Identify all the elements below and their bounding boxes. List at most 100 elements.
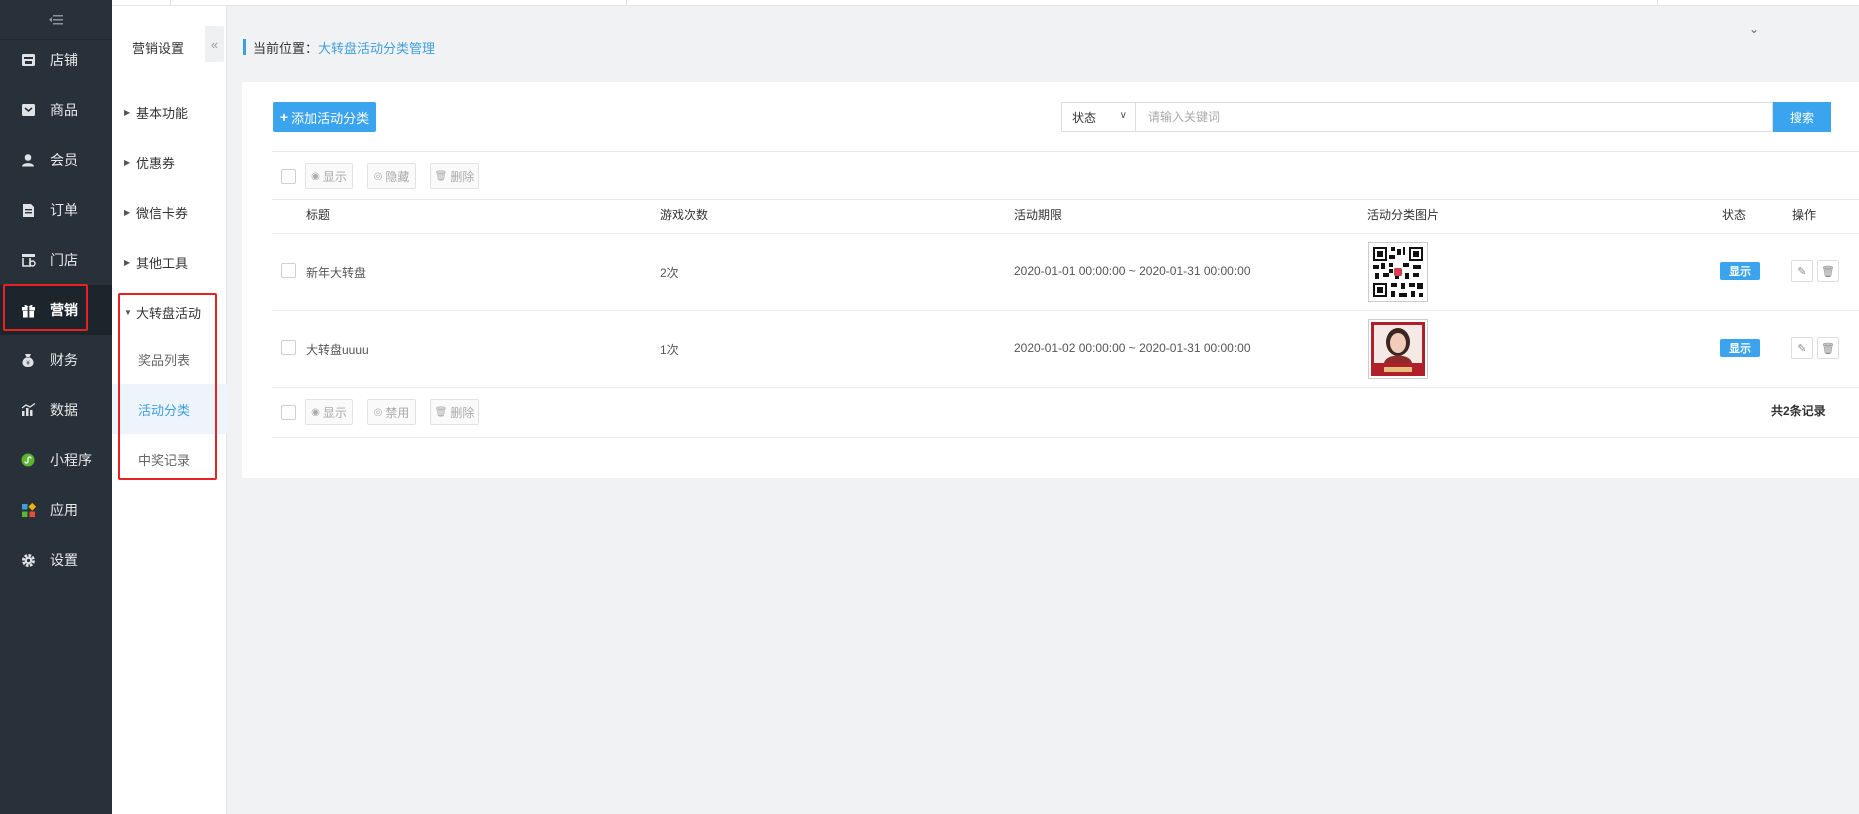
sidebar-item-data[interactable]: 数据 — [0, 385, 112, 435]
chevron-down-icon: ∨ — [1119, 110, 1127, 121]
portrait-poster-image[interactable] — [1368, 319, 1428, 379]
pencil-icon: ✎ — [1797, 342, 1807, 355]
column-header-status: 状态 — [1722, 208, 1747, 222]
subnav-item-prize-list[interactable]: 奖品列表 — [112, 334, 227, 384]
trash-icon: 🗑 — [1821, 342, 1835, 355]
divider — [272, 199, 1859, 200]
sidebar-item-order[interactable]: 订单 — [0, 185, 112, 235]
subnav-group-label: 其他工具 — [136, 256, 189, 271]
batch-show-label: 显示 — [322, 405, 347, 420]
chart-icon — [20, 402, 36, 418]
column-header-title: 标题 — [306, 208, 331, 222]
sidebar-item-member[interactable]: 会员 — [0, 135, 112, 185]
menu-collapse-icon[interactable] — [0, 0, 112, 40]
caret-right-icon: ▶ — [124, 258, 131, 267]
total-records: 共2条记录 — [1771, 404, 1826, 418]
sidebar-item-product[interactable]: 商品 — [0, 85, 112, 135]
order-icon — [20, 202, 36, 218]
status-select[interactable]: 状态 ∨ — [1061, 102, 1136, 132]
product-icon — [20, 102, 36, 118]
eye-slash-icon: ◎ — [373, 170, 383, 182]
column-header-period: 活动期限 — [1014, 208, 1063, 222]
eye-icon: ◉ — [311, 170, 320, 182]
batch-hide-label: 隐藏 — [385, 169, 410, 184]
sidebar-item-label: 会员 — [50, 152, 78, 168]
svg-text:¥: ¥ — [26, 360, 30, 367]
row-checkbox[interactable] — [281, 340, 296, 355]
sidebar-item-finance[interactable]: ¥ 财务 — [0, 335, 112, 385]
sidebar-item-marketing[interactable]: 营销 — [0, 285, 112, 335]
sidebar-item-settings[interactable]: 设置 — [0, 535, 112, 585]
qr-code-image[interactable] — [1368, 242, 1428, 302]
breadcrumb-current[interactable]: 大转盘活动分类管理 — [318, 38, 435, 57]
sidebar-item-shop[interactable]: 门店 — [0, 235, 112, 285]
batch-disable-label: 禁用 — [385, 405, 410, 420]
subnav-group-basic[interactable]: ▶ 基本功能 — [124, 103, 188, 122]
row-checkbox[interactable] — [281, 263, 296, 278]
collapse-subnav-button[interactable]: « — [205, 26, 224, 62]
member-icon — [20, 152, 36, 168]
column-header-plays: 游戏次数 — [660, 208, 709, 222]
add-category-button[interactable]: + 添加活动分类 — [273, 102, 376, 132]
subnav-group-label: 大转盘活动 — [136, 306, 202, 321]
top-bar-divider — [626, 0, 627, 6]
eye-slash-icon: ◎ — [373, 406, 383, 418]
subnav-item-label: 活动分类 — [138, 402, 191, 418]
divider — [272, 310, 1859, 311]
sidebar-item-label: 营销 — [50, 302, 78, 318]
divider — [272, 387, 1859, 388]
chevron-down-icon[interactable]: ⌄ — [1749, 22, 1759, 36]
batch-hide-button[interactable]: ◎ 隐藏 — [367, 163, 416, 189]
breadcrumb: 当前位置： 大转盘活动分类管理 — [243, 38, 435, 57]
batch-show-button[interactable]: ◉ 显示 — [305, 163, 353, 189]
sidebar-item-store[interactable]: 店铺 — [0, 35, 112, 85]
subnav-item-winning-records[interactable]: 中奖记录 — [112, 434, 227, 484]
batch-disable-button[interactable]: ◎ 禁用 — [367, 399, 416, 425]
row-plays: 2次 — [660, 266, 679, 280]
subnav-item-activity-category[interactable]: 活动分类 — [112, 384, 227, 434]
pencil-icon: ✎ — [1797, 265, 1807, 278]
breadcrumb-prefix: 当前位置： — [253, 40, 319, 56]
row-title: 新年大转盘 — [306, 266, 367, 280]
subnav-group-wheel[interactable]: ▼ 大转盘活动 — [124, 303, 201, 322]
select-all-checkbox-bottom[interactable] — [281, 405, 296, 420]
batch-delete-button-bottom[interactable]: 🗑 删除 — [430, 399, 479, 425]
double-chevron-left-icon: « — [210, 36, 219, 52]
subnav-group-tools[interactable]: ▶ 其他工具 — [124, 253, 188, 272]
status-badge[interactable]: 显示 — [1720, 262, 1760, 280]
trash-icon: 🗑 — [1821, 265, 1835, 278]
plus-icon: + — [279, 109, 289, 125]
subnav-title: 营销设置 — [132, 41, 185, 56]
subnav-group-coupon[interactable]: ▶ 优惠券 — [124, 153, 175, 172]
sidebar-item-mini-program[interactable]: 小程序 — [0, 435, 112, 485]
main-panel: + 添加活动分类 状态 ∨ 搜索 ◉显示 ◎隐藏 🗑删除 标题 游戏次数 活动期… — [242, 82, 1859, 478]
store-icon — [20, 52, 36, 68]
gear-icon — [20, 552, 36, 568]
divider — [272, 437, 1859, 438]
secondary-sidebar: 营销设置 ▶ 基本功能 ▶ 优惠券 ▶ 微信卡券 ▶ 其他工具 ▼ 大转盘活动 … — [112, 0, 227, 814]
batch-delete-label: 删除 — [450, 405, 475, 420]
edit-button[interactable]: ✎ — [1791, 337, 1813, 359]
shop-icon — [20, 252, 36, 268]
row-plays: 1次 — [660, 343, 679, 357]
edit-button[interactable]: ✎ — [1791, 260, 1813, 282]
delete-button[interactable]: 🗑 — [1817, 260, 1839, 282]
delete-button[interactable]: 🗑 — [1817, 337, 1839, 359]
subnav-group-wechat-card[interactable]: ▶ 微信卡券 — [124, 203, 188, 222]
batch-show-button-bottom[interactable]: ◉ 显示 — [305, 399, 353, 425]
sidebar-item-label: 小程序 — [50, 452, 92, 468]
batch-delete-button[interactable]: 🗑 删除 — [430, 163, 479, 189]
search-input[interactable] — [1136, 102, 1773, 132]
select-all-checkbox[interactable] — [281, 169, 296, 184]
status-badge[interactable]: 显示 — [1720, 339, 1760, 357]
column-header-actions: 操作 — [1792, 208, 1817, 222]
sidebar-item-label: 店铺 — [50, 52, 78, 68]
caret-right-icon: ▶ — [124, 158, 131, 167]
search-button[interactable]: 搜索 — [1773, 102, 1831, 132]
subnav-item-label: 奖品列表 — [138, 352, 191, 368]
sidebar-item-label: 订单 — [50, 202, 78, 218]
divider — [272, 151, 1859, 152]
sidebar-item-apps[interactable]: 应用 — [0, 485, 112, 535]
subnav-group-label: 基本功能 — [136, 106, 189, 121]
gift-icon — [20, 302, 36, 318]
